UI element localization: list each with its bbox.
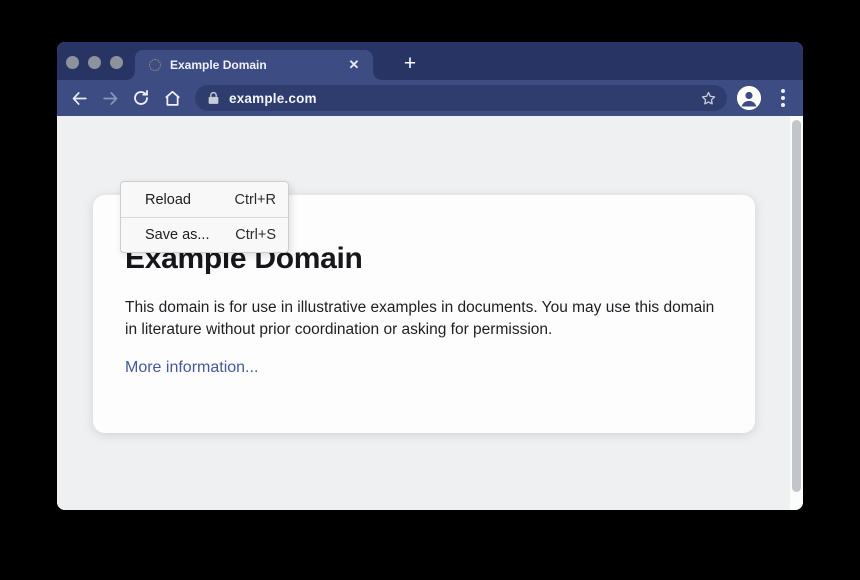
new-tab-button[interactable]: + xyxy=(395,50,425,80)
context-menu: Reload Ctrl+R Save as... Ctrl+S xyxy=(120,181,289,253)
lock-icon[interactable] xyxy=(207,91,220,105)
page-paragraph: This domain is for use in illustrative e… xyxy=(125,297,719,341)
context-menu-item-save-as[interactable]: Save as... Ctrl+S xyxy=(121,217,288,252)
address-bar[interactable]: example.com xyxy=(195,85,727,111)
window-minimize-button[interactable] xyxy=(88,56,101,69)
home-icon[interactable] xyxy=(158,84,186,112)
back-icon[interactable] xyxy=(65,84,93,112)
menu-item-shortcut: Ctrl+S xyxy=(235,227,276,243)
browser-toolbar: example.com xyxy=(57,80,803,116)
forward-icon[interactable] xyxy=(96,84,124,112)
page-content: Example Domain This domain is for use in… xyxy=(57,116,803,510)
menu-item-label: Reload xyxy=(145,192,191,208)
reload-icon[interactable] xyxy=(127,84,155,112)
scrollbar-thumb[interactable] xyxy=(792,120,801,492)
profile-avatar-icon[interactable] xyxy=(737,86,761,110)
browser-menu-icon[interactable] xyxy=(773,85,793,111)
menu-item-label: Save as... xyxy=(145,227,209,243)
tab-title: Example Domain xyxy=(170,58,345,72)
context-menu-item-reload[interactable]: Reload Ctrl+R xyxy=(121,182,288,217)
more-information-link[interactable]: More information... xyxy=(125,359,258,377)
scrollbar-track[interactable] xyxy=(790,116,803,510)
bookmark-star-icon[interactable] xyxy=(700,90,717,107)
window-close-button[interactable] xyxy=(66,56,79,69)
titlebar: Example Domain ✕ + xyxy=(57,42,803,80)
url-text: example.com xyxy=(229,91,317,106)
browser-tab[interactable]: Example Domain ✕ xyxy=(135,50,373,80)
tab-close-icon[interactable]: ✕ xyxy=(345,56,363,74)
browser-window: Example Domain ✕ + example.com xyxy=(57,42,803,510)
traffic-lights xyxy=(66,56,123,69)
menu-item-shortcut: Ctrl+R xyxy=(235,192,277,208)
window-maximize-button[interactable] xyxy=(110,56,123,69)
tab-favicon-icon xyxy=(149,59,161,71)
